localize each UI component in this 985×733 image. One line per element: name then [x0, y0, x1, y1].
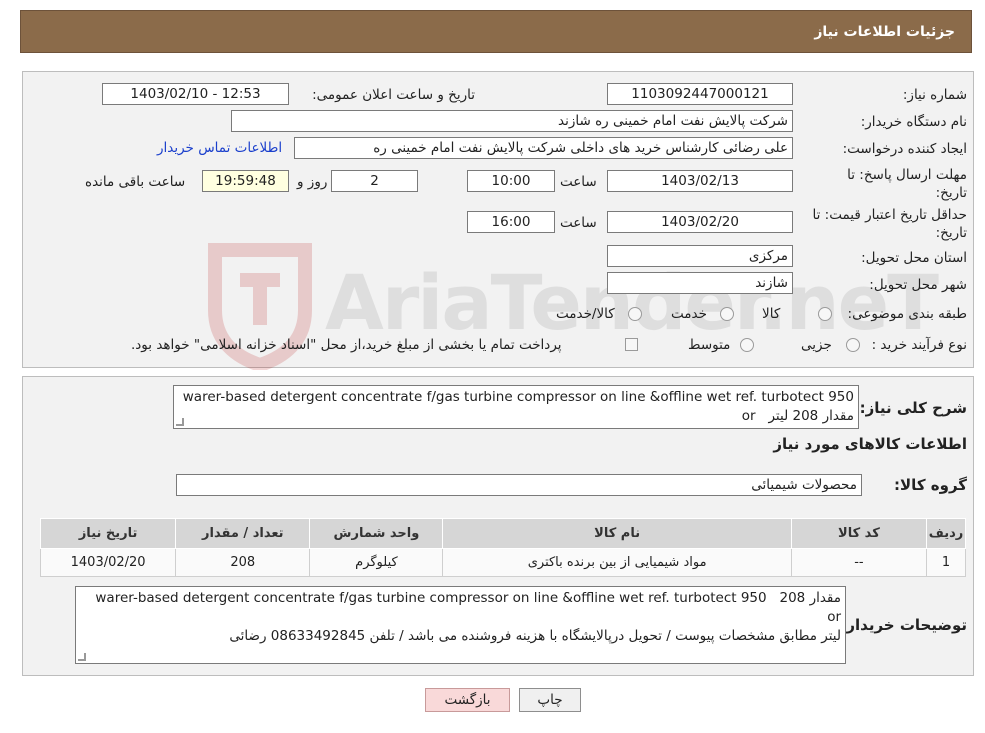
- goods-group-field: محصولات شیمیائی: [176, 474, 862, 496]
- description-line1: warer-based detergent concentrate f/gas …: [182, 389, 854, 405]
- remaining-days-label: روز و: [297, 174, 328, 190]
- delivery-province-field: مرکزی: [607, 245, 793, 267]
- cell-quantity: 208: [175, 548, 311, 577]
- col-header-quantity: تعداد / مقدار: [175, 518, 311, 549]
- purchase-type-partial-radio[interactable]: [846, 338, 860, 352]
- category-goods-service-radio[interactable]: [628, 307, 642, 321]
- goods-section-title: اطلاعات کالاهای مورد نیاز: [773, 435, 967, 453]
- page-title: جزئیات اطلاعات نیاز: [814, 24, 955, 40]
- category-goods-service-label: کالا/خدمت: [556, 306, 615, 322]
- delivery-city-field: شازند: [607, 272, 793, 294]
- description-textarea: warer-based detergent concentrate f/gas …: [173, 385, 859, 429]
- treasury-bonds-note: پرداخت تمام یا بخشی از مبلغ خرید،از محل …: [131, 337, 562, 353]
- treasury-bonds-checkbox[interactable]: [625, 338, 638, 351]
- back-button[interactable]: بازگشت: [425, 688, 510, 712]
- buyer-contact-link[interactable]: اطلاعات تماس خریدار: [157, 140, 282, 156]
- category-service-label: خدمت: [671, 306, 707, 322]
- reply-deadline-time-field: 10:00: [467, 170, 555, 192]
- announce-datetime-field: 1403/02/10 - 12:53: [102, 83, 289, 105]
- goods-group-label: گروه کالا:: [894, 476, 967, 494]
- category-label: طبقه بندی موضوعی:: [847, 306, 967, 322]
- cell-unit: کیلوگرم: [309, 548, 444, 577]
- purchase-type-medium-radio[interactable]: [740, 338, 754, 352]
- remaining-time-label: ساعت باقی مانده: [85, 174, 186, 190]
- price-validity-time-label: ساعت: [560, 215, 597, 231]
- cell-item-name: مواد شیمیایی از بین برنده باکتری: [442, 548, 792, 577]
- delivery-city-label: شهر محل تحویل:: [869, 277, 967, 293]
- reply-deadline-time-label: ساعت: [560, 174, 597, 190]
- reply-deadline-label-line2: تاریخ:: [935, 185, 967, 201]
- price-validity-time-field: 16:00: [467, 211, 555, 233]
- category-goods-label: کالا: [762, 306, 781, 322]
- resize-handle-icon[interactable]: [176, 418, 184, 426]
- page-header: جزئیات اطلاعات نیاز: [20, 10, 972, 53]
- col-header-row-number: ردیف: [925, 518, 967, 549]
- col-header-unit: واحد شمارش: [309, 518, 444, 549]
- col-header-item-code: کد کالا: [790, 518, 927, 549]
- cell-item-code: --: [790, 548, 927, 577]
- buyer-notes-line1-ltr: warer-based detergent concentrate f/gas …: [95, 590, 841, 625]
- buyer-notes-textarea: مقدار 208 warer-based detergent concentr…: [75, 586, 846, 664]
- need-number-field: 1103092447000121: [607, 83, 793, 105]
- buyer-notes-label: توضیحات خریدار:: [840, 616, 967, 634]
- cell-row-number: 1: [925, 548, 967, 577]
- remaining-time-field: 19:59:48: [202, 170, 289, 192]
- description-line2-ltr: or: [741, 408, 756, 424]
- col-header-need-date: تاریخ نیاز: [39, 518, 177, 549]
- purchase-type-medium-label: متوسط: [688, 337, 731, 353]
- col-header-item-name: نام کالا: [442, 518, 792, 549]
- category-goods-radio[interactable]: [818, 307, 832, 321]
- table-header-row: ردیف کد کالا نام کالا واحد شمارش تعداد /…: [39, 518, 967, 549]
- buyer-org-label: نام دستگاه خریدار:: [860, 114, 967, 130]
- reply-deadline-label: مهلت ارسال پاسخ: تا: [847, 167, 967, 183]
- table-row: 1 -- مواد شیمیایی از بین برنده باکتری کی…: [39, 548, 967, 577]
- remaining-days-field: 2: [331, 170, 418, 192]
- requester-label: ایجاد کننده درخواست:: [842, 141, 967, 157]
- purchase-type-label: نوع فرآیند خرید :: [871, 337, 967, 353]
- category-service-radio[interactable]: [720, 307, 734, 321]
- buyer-org-field: شرکت پالایش نفت امام خمینی ره شازند: [231, 110, 793, 132]
- purchase-type-partial-label: جزیی: [801, 337, 832, 353]
- description-label: شرح کلی نیاز:: [859, 399, 967, 417]
- need-number-label: شماره نیاز:: [902, 87, 967, 103]
- cell-need-date: 1403/02/20: [39, 548, 177, 577]
- goods-table: ردیف کد کالا نام کالا واحد شمارش تعداد /…: [39, 518, 967, 577]
- description-line2-rtl: مقدار 208 لیتر: [768, 408, 854, 424]
- print-button[interactable]: چاپ: [519, 688, 581, 712]
- price-validity-label-line2: تاریخ:: [935, 225, 967, 241]
- requester-field: علی رضائی کارشناس خرید های داخلی شرکت پا…: [294, 137, 793, 159]
- buyer-notes-line1-rtl: مقدار 208: [779, 590, 842, 606]
- buyer-notes-line2: لیتر مطابق مشخصات پیوست / تحویل درپالایش…: [229, 628, 841, 644]
- price-validity-date-field: 1403/02/20: [607, 211, 793, 233]
- delivery-province-label: استان محل تحویل:: [861, 250, 967, 266]
- resize-handle-icon[interactable]: [78, 653, 86, 661]
- price-validity-label: حداقل تاریخ اعتبار قیمت: تا: [812, 207, 967, 223]
- announce-datetime-label: تاریخ و ساعت اعلان عمومی:: [312, 87, 475, 103]
- reply-deadline-date-field: 1403/02/13: [607, 170, 793, 192]
